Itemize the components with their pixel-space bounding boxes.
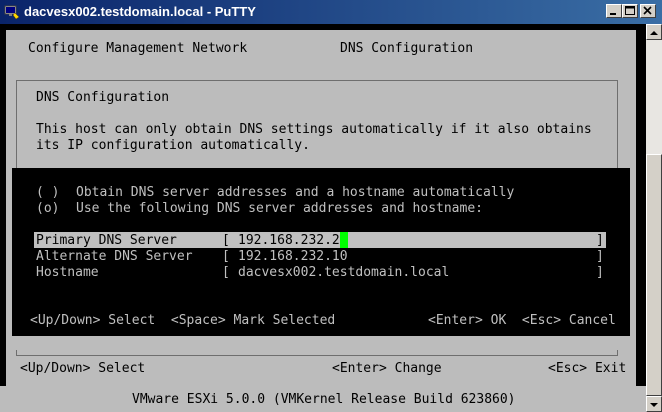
text-cursor — [340, 232, 348, 248]
terminal-screen[interactable]: Configure Management Network DNS Configu… — [0, 24, 646, 412]
scroll-up-button[interactable] — [646, 24, 662, 40]
header-right-title: DNS Configuration — [340, 41, 474, 56]
maximize-button[interactable] — [622, 4, 638, 18]
window-title-bar[interactable]: dacvesx002.testdomain.local - PuTTY — [0, 0, 662, 24]
arrow-up-icon — [650, 31, 658, 35]
vertical-scrollbar[interactable] — [646, 24, 662, 412]
minimize-icon — [610, 13, 616, 15]
close-button[interactable] — [640, 4, 656, 18]
header-left-title: Configure Management Network — [28, 41, 248, 56]
radio-label-manual: Use the following DNS server addresses a… — [76, 201, 483, 216]
hostname-close-bracket: ] — [596, 265, 604, 280]
dialog-ok-cancel-hints[interactable]: <Enter> OK <Esc> Cancel — [428, 313, 616, 328]
hostname-open-bracket: [ — [222, 265, 230, 280]
alternate-dns-label: Alternate DNS Server — [36, 249, 193, 264]
arrow-down-icon — [650, 403, 658, 407]
putty-app-icon[interactable] — [4, 4, 20, 20]
footer-exit-hint: <Esc> Exit — [548, 361, 627, 376]
dialog-bottom-strip — [12, 336, 624, 350]
radio-marker-manual[interactable]: (o) — [36, 201, 59, 216]
dialog-key-hints: <Up/Down> Select <Space> Mark Selected — [30, 313, 336, 328]
hostname-input[interactable]: dacvesx002.testdomain.local — [238, 265, 449, 280]
primary-dns-open-bracket: [ — [222, 233, 230, 248]
scroll-down-button[interactable] — [646, 396, 662, 412]
footer-change-hint: <Enter> Change — [332, 361, 442, 376]
primary-dns-label: Primary DNS Server — [36, 233, 177, 248]
alternate-dns-close-bracket: ] — [596, 249, 604, 264]
dialog-description-line-2: its IP configuration automatically. — [36, 138, 310, 153]
radio-marker-automatic[interactable]: ( ) — [36, 185, 59, 200]
radio-label-automatic: Obtain DNS server addresses and a hostna… — [76, 185, 515, 200]
maximize-icon — [625, 6, 635, 15]
primary-dns-input[interactable]: 192.168.232.2 — [238, 233, 340, 248]
close-icon — [643, 6, 652, 15]
hostname-label: Hostname — [36, 265, 99, 280]
dialog-title: DNS Configuration — [36, 90, 170, 105]
scrollbar-thumb[interactable] — [646, 154, 662, 396]
footer-select-hint: <Up/Down> Select — [20, 361, 146, 376]
window-title: dacvesx002.testdomain.local - PuTTY — [24, 4, 256, 19]
status-bar-text: VMware ESXi 5.0.0 (VMKernel Release Buil… — [132, 392, 516, 407]
minimize-button[interactable] — [606, 4, 622, 18]
dialog-description-line-1: This host can only obtain DNS settings a… — [36, 122, 592, 137]
primary-dns-close-bracket: ] — [596, 233, 604, 248]
alternate-dns-open-bracket: [ — [222, 249, 230, 264]
alternate-dns-input[interactable]: 192.168.232.10 — [238, 249, 348, 264]
